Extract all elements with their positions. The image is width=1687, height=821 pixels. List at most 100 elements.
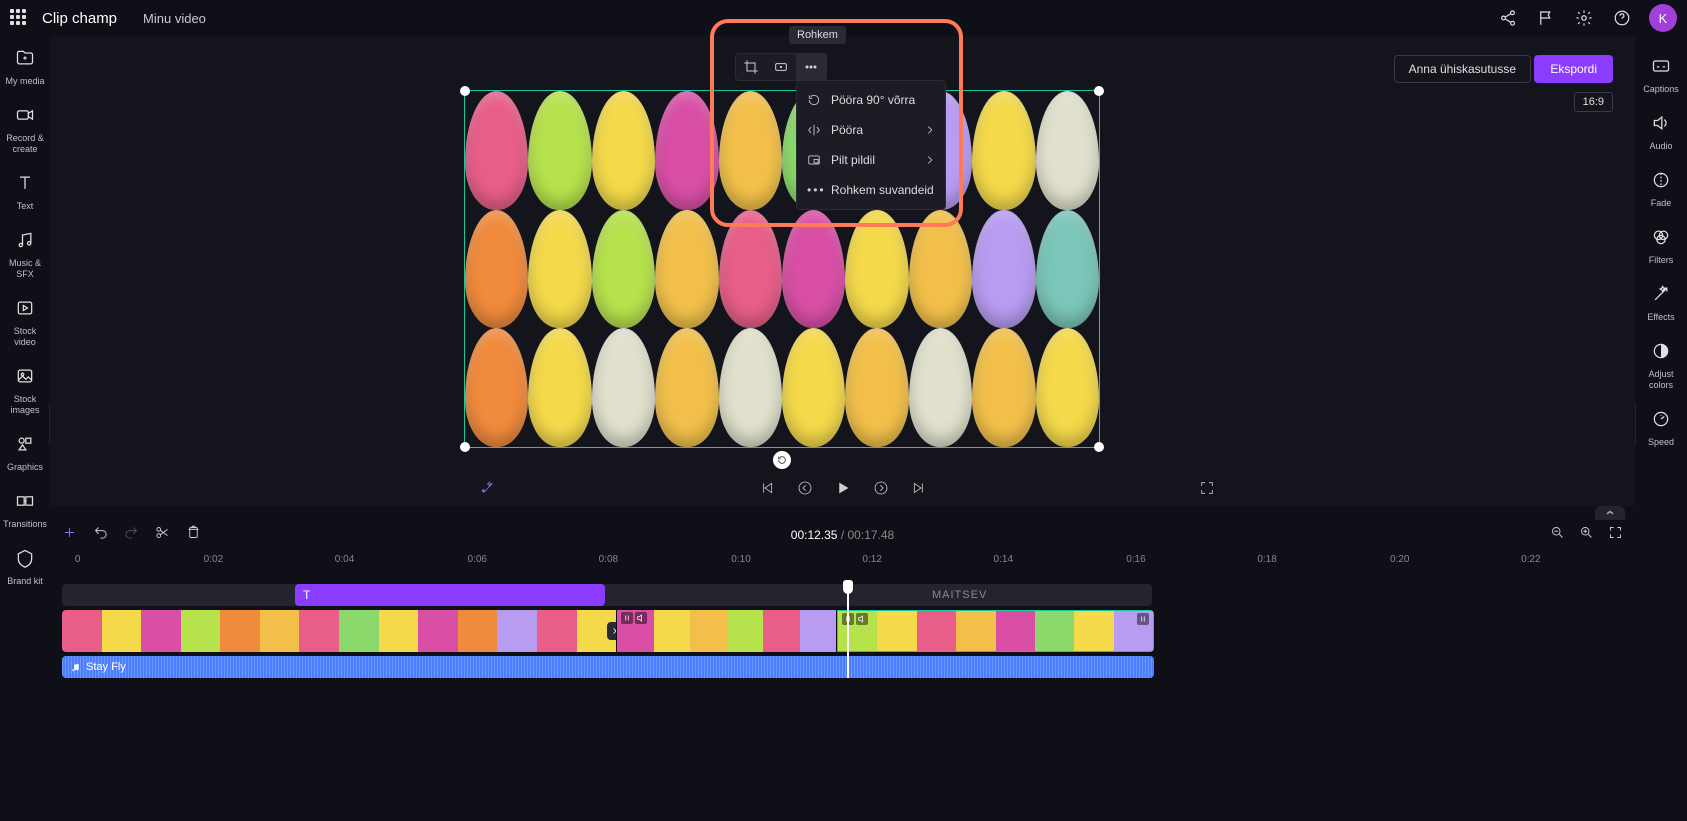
sidebar-item-label: Graphics xyxy=(2,462,48,473)
sidebar-item-speed[interactable]: Speed xyxy=(1636,409,1686,448)
ai-tools-button[interactable] xyxy=(480,480,496,496)
sidebar-item-record-create[interactable]: Record & create xyxy=(2,105,48,155)
menu-item-flip[interactable]: Pööra xyxy=(797,115,945,145)
fit-button[interactable] xyxy=(766,53,796,81)
sidebar-item-stock-images[interactable]: Stock images xyxy=(2,366,48,416)
share-network-icon[interactable] xyxy=(1493,3,1523,33)
sidebar-item-fade[interactable]: Fade xyxy=(1636,170,1686,209)
ruler-tick: 0 xyxy=(75,554,81,565)
app-name: Clip champ xyxy=(42,10,117,27)
add-to-timeline-button[interactable] xyxy=(62,525,77,545)
text-clip[interactable]: T xyxy=(295,584,605,606)
resize-handle-br[interactable] xyxy=(1094,442,1104,452)
apps-launcher-icon[interactable] xyxy=(10,9,28,27)
menu-item-rotate-90[interactable]: Pööra 90° võrra xyxy=(797,85,945,115)
menu-item-pip[interactable]: Pilt pildil xyxy=(797,145,945,175)
sidebar-item-label: Filters xyxy=(1636,255,1686,266)
sidebar-item-brand-kit[interactable]: Brand kit xyxy=(2,548,48,587)
ruler-tick: 0:10 xyxy=(731,554,750,565)
sidebar-item-label: Music & SFX xyxy=(2,258,48,280)
preview-content-image xyxy=(465,91,1099,447)
video-track[interactable] xyxy=(62,610,1154,652)
sidebar-item-my-media[interactable]: My media xyxy=(2,48,48,87)
left-sidebar: My media Record & create Text Music & SF… xyxy=(0,36,50,821)
sidebar-item-filters[interactable]: Filters xyxy=(1636,227,1686,266)
user-avatar[interactable]: K xyxy=(1649,4,1677,32)
more-options-button[interactable] xyxy=(796,53,826,81)
sidebar-item-label: Speed xyxy=(1636,437,1686,448)
redo-button[interactable] xyxy=(124,525,139,545)
ruler-tick: 0:16 xyxy=(1126,554,1145,565)
sidebar-item-captions[interactable]: Captions xyxy=(1636,56,1686,95)
zoom-fit-button[interactable] xyxy=(1608,525,1623,545)
audio-track[interactable]: Stay Fly xyxy=(62,656,1154,678)
zoom-in-button[interactable] xyxy=(1579,525,1594,545)
resize-handle-tl[interactable] xyxy=(460,86,470,96)
sidebar-item-text[interactable]: Text xyxy=(2,173,48,212)
transition-icon[interactable] xyxy=(607,622,617,640)
clip-right-handle[interactable] xyxy=(1137,613,1149,625)
flag-icon[interactable] xyxy=(1531,3,1561,33)
play-button[interactable] xyxy=(835,480,851,496)
menu-item-label: Pööra xyxy=(831,123,863,137)
sidebar-item-label: Brand kit xyxy=(2,576,48,587)
skip-end-button[interactable] xyxy=(911,480,927,496)
ruler-tick: 0:04 xyxy=(335,554,354,565)
menu-item-more-options[interactable]: ••• Rohkem suvandeid xyxy=(797,175,945,205)
timeline-tracks: T MAITSEV Stay Fly xyxy=(62,584,1623,678)
video-clip-1[interactable] xyxy=(62,610,617,652)
sidebar-item-label: Record & create xyxy=(2,133,48,155)
sidebar-item-graphics[interactable]: Graphics xyxy=(2,434,48,473)
sidebar-item-label: Transitions xyxy=(2,519,48,530)
clip-left-handle[interactable] xyxy=(621,612,647,624)
fullscreen-button[interactable] xyxy=(1199,480,1215,496)
timeline-playhead[interactable] xyxy=(847,584,849,678)
video-clip-2[interactable] xyxy=(617,610,837,652)
right-sidebar: Captions Audio Fade Filters Effects Adju… xyxy=(1635,36,1687,821)
crop-button[interactable] xyxy=(736,53,766,81)
timeline-toolbar: 00:12.35 / 00:17.48 xyxy=(50,520,1635,550)
sidebar-item-audio[interactable]: Audio xyxy=(1636,113,1686,152)
video-clip-3-selected[interactable] xyxy=(837,610,1154,652)
undo-button[interactable] xyxy=(93,525,108,545)
resize-handle-tr[interactable] xyxy=(1094,86,1104,96)
chevron-right-icon xyxy=(923,123,937,137)
ruler-tick: 0:18 xyxy=(1257,554,1276,565)
menu-item-label: Pööra 90° võrra xyxy=(831,93,915,107)
video-preview[interactable] xyxy=(464,90,1100,448)
ruler-tick: 0:20 xyxy=(1390,554,1409,565)
share-button[interactable]: Anna ühiskasutusse xyxy=(1394,55,1531,83)
sidebar-item-label: Captions xyxy=(1636,84,1686,95)
step-forward-button[interactable] xyxy=(873,480,889,496)
sidebar-item-effects[interactable]: Effects xyxy=(1636,284,1686,323)
timeline-ruler[interactable]: 0 0:02 0:04 0:06 0:08 0:10 0:12 0:14 0:1… xyxy=(62,550,1623,574)
sidebar-item-stock-video[interactable]: Stock video xyxy=(2,298,48,348)
settings-icon[interactable] xyxy=(1569,3,1599,33)
timeline: 00:12.35 / 00:17.48 0 0:02 0:04 0:06 0:0… xyxy=(50,520,1635,821)
split-button[interactable] xyxy=(155,525,170,545)
ruler-tick: 0:14 xyxy=(994,554,1013,565)
sidebar-item-label: Audio xyxy=(1636,141,1686,152)
playhead-knob[interactable] xyxy=(843,580,853,594)
aspect-ratio-selector[interactable]: 16:9 xyxy=(1574,92,1613,112)
zoom-out-button[interactable] xyxy=(1550,525,1565,545)
sidebar-item-transitions[interactable]: Transitions xyxy=(2,491,48,530)
project-name[interactable]: Minu video xyxy=(143,11,206,26)
delete-button[interactable] xyxy=(186,525,201,545)
sidebar-item-adjust-colors[interactable]: Adjust colors xyxy=(1636,341,1686,391)
rotate-handle[interactable] xyxy=(773,451,791,469)
sidebar-item-label: My media xyxy=(2,76,48,87)
help-icon[interactable] xyxy=(1607,3,1637,33)
audio-clip-label: Stay Fly xyxy=(70,661,126,673)
clip-left-handle[interactable] xyxy=(842,613,868,625)
export-button[interactable]: Ekspordi xyxy=(1534,55,1613,83)
ruler-tick: 0:06 xyxy=(467,554,486,565)
skip-start-button[interactable] xyxy=(759,480,775,496)
text-track[interactable]: T MAITSEV xyxy=(62,584,1152,606)
collapse-timeline-button[interactable] xyxy=(1595,506,1625,520)
menu-item-label: Pilt pildil xyxy=(831,153,875,167)
resize-handle-bl[interactable] xyxy=(460,442,470,452)
ruler-tick: 0:08 xyxy=(599,554,618,565)
step-back-button[interactable] xyxy=(797,480,813,496)
sidebar-item-music-sfx[interactable]: Music & SFX xyxy=(2,230,48,280)
